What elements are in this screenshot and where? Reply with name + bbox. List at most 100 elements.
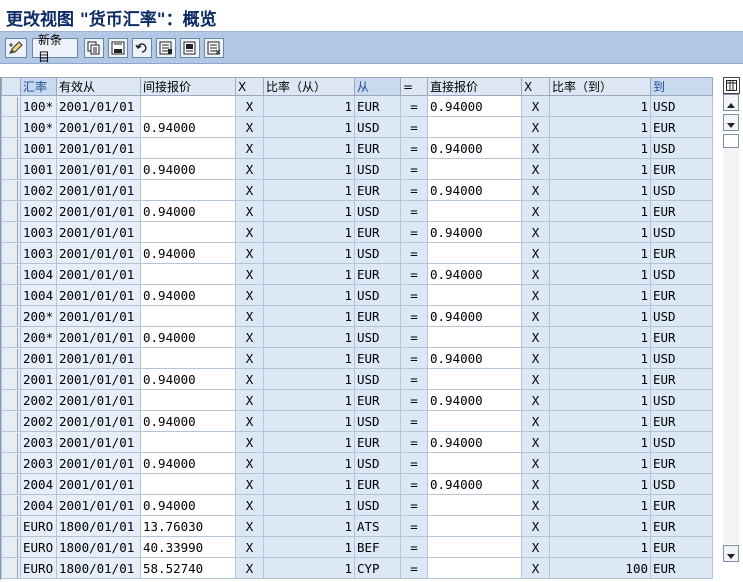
scroll-down-button[interactable]	[723, 114, 739, 131]
indirect-quote-cell[interactable]	[140, 95, 236, 117]
select-block-button[interactable]	[180, 38, 200, 58]
select-all-rows-header[interactable]	[1, 77, 21, 96]
indirect-quote-cell[interactable]: 0.94000	[140, 200, 236, 222]
direct-quote-cell[interactable]: 0.94000	[427, 347, 522, 369]
delete-button[interactable]	[108, 38, 128, 58]
row-selector[interactable]	[1, 200, 21, 222]
column-header-to-currency[interactable]: 到	[650, 77, 713, 96]
column-header-x-2[interactable]: X	[521, 77, 550, 96]
column-header-ratio-to[interactable]: 比率（到）	[549, 77, 651, 96]
direct-quote-cell[interactable]	[427, 284, 522, 306]
equals-cell: =	[400, 557, 428, 579]
copy-as-button[interactable]	[84, 38, 104, 58]
indirect-quote-cell[interactable]	[140, 137, 236, 159]
direct-quote-cell[interactable]	[427, 494, 522, 516]
direct-quote-cell[interactable]: 0.94000	[427, 221, 522, 243]
scroll-track[interactable]	[723, 134, 739, 544]
direct-quote-cell[interactable]	[427, 410, 522, 432]
column-header-rate-type[interactable]: 汇率	[20, 77, 57, 96]
row-selector[interactable]	[1, 305, 21, 327]
display-change-button[interactable]	[5, 38, 27, 58]
indirect-quote-cell[interactable]	[140, 473, 236, 495]
row-selector[interactable]	[1, 431, 21, 453]
row-selector[interactable]	[1, 473, 21, 495]
row-selector[interactable]	[1, 389, 21, 411]
row-selector[interactable]	[1, 368, 21, 390]
row-selector[interactable]	[1, 557, 21, 579]
select-all-button[interactable]	[156, 38, 176, 58]
column-header-x-1[interactable]: X	[235, 77, 264, 96]
row-selector[interactable]	[1, 284, 21, 306]
column-header-indirect-quote[interactable]: 间接报价	[140, 77, 236, 96]
column-header-direct-quote[interactable]: 直接报价	[427, 77, 522, 96]
indirect-quote-cell[interactable]: 13.76030	[140, 515, 236, 537]
indirect-quote-cell[interactable]	[140, 347, 236, 369]
direct-quote-cell[interactable]: 0.94000	[427, 137, 522, 159]
row-selector[interactable]	[1, 452, 21, 474]
indirect-quote-cell[interactable]: 58.52740	[140, 557, 236, 579]
row-selector[interactable]	[1, 221, 21, 243]
indirect-quote-cell[interactable]: 0.94000	[140, 284, 236, 306]
indirect-quote-cell[interactable]	[140, 179, 236, 201]
x-cell: X	[521, 431, 550, 453]
column-header-ratio-from[interactable]: 比率（从）	[263, 77, 355, 96]
direct-quote-cell[interactable]	[427, 557, 522, 579]
indirect-quote-cell[interactable]: 0.94000	[140, 326, 236, 348]
indirect-quote-cell[interactable]	[140, 263, 236, 285]
column-header-equals[interactable]: =	[400, 77, 428, 96]
direct-quote-cell[interactable]: 0.94000	[427, 179, 522, 201]
indirect-quote-cell[interactable]: 40.33990	[140, 536, 236, 558]
scroll-thumb[interactable]	[723, 134, 739, 148]
direct-quote-cell[interactable]: 0.94000	[427, 431, 522, 453]
indirect-quote-cell[interactable]	[140, 389, 236, 411]
ratio-from-cell: 1	[263, 200, 355, 222]
direct-quote-cell[interactable]: 0.94000	[427, 305, 522, 327]
indirect-quote-cell[interactable]: 0.94000	[140, 452, 236, 474]
direct-quote-cell[interactable]: 0.94000	[427, 263, 522, 285]
direct-quote-cell[interactable]	[427, 242, 522, 264]
row-selector[interactable]	[1, 326, 21, 348]
row-selector[interactable]	[1, 179, 21, 201]
direct-quote-cell[interactable]	[427, 515, 522, 537]
indirect-quote-cell[interactable]: 0.94000	[140, 368, 236, 390]
row-selector[interactable]	[1, 116, 21, 138]
scroll-page-down-button[interactable]	[723, 545, 739, 562]
direct-quote-cell[interactable]	[427, 368, 522, 390]
scroll-up-button[interactable]	[723, 94, 739, 111]
direct-quote-cell[interactable]: 0.94000	[427, 473, 522, 495]
direct-quote-cell[interactable]	[427, 158, 522, 180]
direct-quote-cell[interactable]	[427, 536, 522, 558]
undo-change-button[interactable]	[132, 38, 152, 58]
indirect-quote-cell[interactable]: 0.94000	[140, 494, 236, 516]
row-selector[interactable]	[1, 242, 21, 264]
direct-quote-cell[interactable]: 0.94000	[427, 95, 522, 117]
direct-quote-cell[interactable]	[427, 452, 522, 474]
new-entries-button[interactable]: 新条目	[32, 33, 78, 64]
vertical-scrollbar[interactable]	[723, 94, 739, 564]
table-settings-button[interactable]	[723, 77, 740, 94]
equals-cell: =	[400, 452, 428, 474]
indirect-quote-cell[interactable]	[140, 305, 236, 327]
row-selector[interactable]	[1, 410, 21, 432]
indirect-quote-cell[interactable]: 0.94000	[140, 242, 236, 264]
row-selector[interactable]	[1, 347, 21, 369]
row-selector[interactable]	[1, 263, 21, 285]
column-header-from-currency[interactable]: 从	[354, 77, 401, 96]
indirect-quote-cell[interactable]	[140, 221, 236, 243]
row-selector[interactable]	[1, 158, 21, 180]
row-selector[interactable]	[1, 95, 21, 117]
row-selector[interactable]	[1, 494, 21, 516]
direct-quote-cell[interactable]	[427, 326, 522, 348]
deselect-all-button[interactable]	[204, 38, 224, 58]
direct-quote-cell[interactable]: 0.94000	[427, 389, 522, 411]
indirect-quote-cell[interactable]: 0.94000	[140, 158, 236, 180]
indirect-quote-cell[interactable]	[140, 431, 236, 453]
row-selector[interactable]	[1, 536, 21, 558]
column-header-valid-from[interactable]: 有效从	[56, 77, 141, 96]
row-selector[interactable]	[1, 137, 21, 159]
indirect-quote-cell[interactable]: 0.94000	[140, 410, 236, 432]
direct-quote-cell[interactable]	[427, 116, 522, 138]
row-selector[interactable]	[1, 515, 21, 537]
direct-quote-cell[interactable]	[427, 200, 522, 222]
indirect-quote-cell[interactable]: 0.94000	[140, 116, 236, 138]
